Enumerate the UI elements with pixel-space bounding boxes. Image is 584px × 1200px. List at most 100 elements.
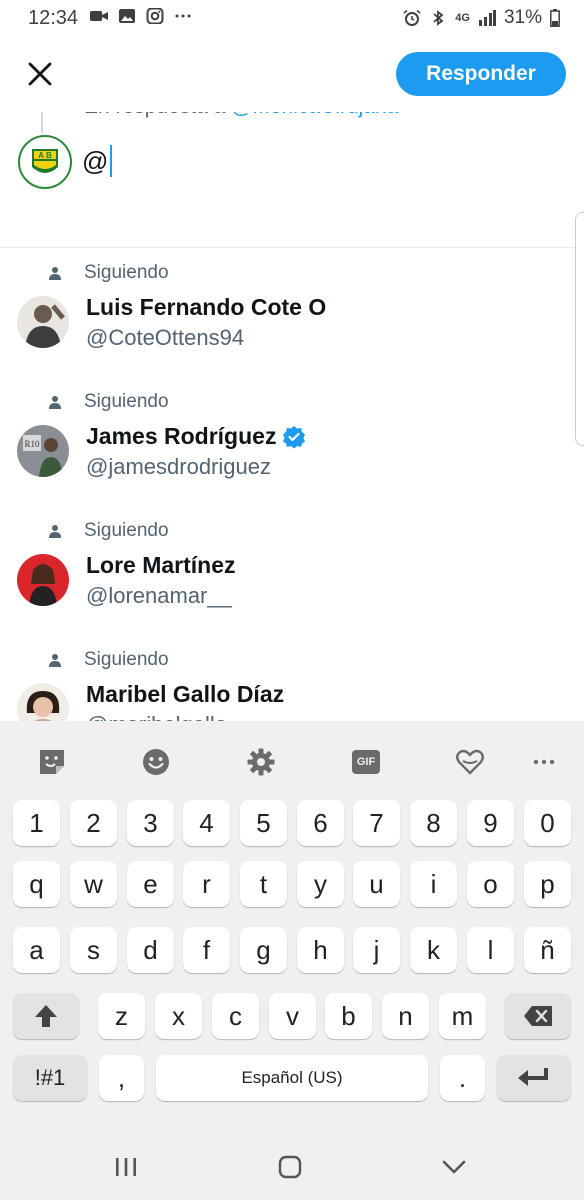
back-icon[interactable]: [436, 1152, 472, 1182]
user-name: Lore Martínez: [86, 552, 236, 579]
user-handle: @jamesdrodriguez: [86, 454, 271, 479]
key-g[interactable]: g: [240, 927, 287, 973]
compose-area: En respuesta a @MonicaCirujana A B @: [0, 95, 584, 248]
follow-status-label: Siguiendo: [84, 262, 169, 283]
heart-sticker-icon[interactable]: [453, 745, 487, 779]
close-icon[interactable]: [24, 58, 56, 90]
system-icons: 4G 31%: [403, 7, 560, 29]
user-name-text: Luis Fernando Cote O: [86, 294, 327, 320]
suggestion-item[interactable]: Siguiendo Luis Fernando Cote O @CoteOtte…: [0, 248, 584, 377]
gif-icon[interactable]: GIF: [349, 745, 383, 779]
user-name: Luis Fernando Cote O: [86, 294, 326, 321]
key-4[interactable]: 4: [183, 800, 230, 846]
key-2[interactable]: 2: [70, 800, 117, 846]
key-3[interactable]: 3: [127, 800, 174, 846]
mention-suggestions: Siguiendo Luis Fernando Cote O @CoteOtte…: [0, 248, 584, 721]
user-name-text: Lore Martínez: [86, 552, 236, 578]
follow-status: Siguiendo: [48, 520, 169, 542]
svg-text:R10: R10: [24, 439, 40, 449]
key-c[interactable]: c: [212, 993, 259, 1039]
emoji-icon[interactable]: [139, 745, 173, 779]
period-key[interactable]: .: [440, 1055, 485, 1101]
suggestion-item[interactable]: Siguiendo Maribel Gallo Díaz @maribelgal…: [0, 635, 584, 721]
comma-key[interactable]: ,: [99, 1055, 144, 1101]
avatar: [17, 554, 69, 606]
svg-text:A B: A B: [38, 151, 52, 160]
key-i[interactable]: i: [410, 861, 457, 907]
key-h[interactable]: h: [297, 927, 344, 973]
more-icon[interactable]: [527, 745, 561, 779]
symbols-key[interactable]: !#1: [13, 1055, 87, 1101]
suggestion-item[interactable]: Siguiendo Lore Martínez @lorenamar__: [0, 506, 584, 635]
key-w[interactable]: w: [70, 861, 117, 907]
bluetooth-icon: [433, 10, 444, 26]
status-time: 12:34: [28, 7, 79, 29]
key-a[interactable]: a: [13, 927, 60, 973]
key-k[interactable]: k: [410, 927, 457, 973]
key-o[interactable]: o: [467, 861, 514, 907]
key-6[interactable]: 6: [297, 800, 344, 846]
backspace-icon: [524, 1006, 552, 1026]
person-icon: [49, 525, 61, 538]
reply-button[interactable]: Responder: [396, 52, 566, 96]
key-x[interactable]: x: [155, 993, 202, 1039]
person-icon: [49, 654, 61, 667]
avatar: [17, 683, 69, 721]
system-nav-bar: [0, 1130, 584, 1200]
more-notifications-icon: [175, 14, 191, 18]
space-key[interactable]: Español (US): [156, 1055, 428, 1101]
key-r[interactable]: r: [183, 861, 230, 907]
recent-apps-icon[interactable]: [108, 1152, 144, 1182]
text-caret: [110, 145, 113, 177]
follow-status-label: Siguiendo: [84, 649, 169, 670]
key-1[interactable]: 1: [13, 800, 60, 846]
alarm-icon: [403, 10, 421, 26]
person-icon: [49, 396, 61, 409]
key-z[interactable]: z: [98, 993, 145, 1039]
key-b[interactable]: b: [325, 993, 372, 1039]
shift-icon: [35, 1005, 57, 1027]
key-9[interactable]: 9: [467, 800, 514, 846]
key-e[interactable]: e: [127, 861, 174, 907]
user-avatar: A B: [18, 135, 72, 189]
suggestion-item[interactable]: Siguiendo R10 James Rodríguez @jamesdrod…: [0, 377, 584, 506]
status-bar: 12:34 4G 31%: [0, 0, 584, 36]
battery-level: 31%: [503, 7, 542, 28]
key-v[interactable]: v: [269, 993, 316, 1039]
backspace-key[interactable]: [505, 993, 571, 1039]
soft-keyboard: GIF 1 2 3 4 5 6 7 8 9 0 q w e r t y u i …: [0, 721, 584, 1200]
key-f[interactable]: f: [183, 927, 230, 973]
key-j[interactable]: j: [353, 927, 400, 973]
follow-status: Siguiendo: [48, 649, 169, 671]
key-m[interactable]: m: [439, 993, 486, 1039]
key-p[interactable]: p: [524, 861, 571, 907]
sticker-icon[interactable]: [35, 745, 69, 779]
key-y[interactable]: y: [297, 861, 344, 907]
club-crest-icon: A B: [32, 149, 58, 173]
home-icon[interactable]: [272, 1152, 308, 1182]
settings-icon[interactable]: [244, 745, 278, 779]
key-q[interactable]: q: [13, 861, 60, 907]
key-d[interactable]: d: [127, 927, 174, 973]
user-name-text: Maribel Gallo Díaz: [86, 681, 285, 707]
follow-status: Siguiendo: [48, 262, 169, 284]
verified-badge-icon: [283, 425, 306, 448]
key-n[interactable]: n: [382, 993, 429, 1039]
key-t[interactable]: t: [240, 861, 287, 907]
follow-status-label: Siguiendo: [84, 391, 169, 412]
key-0[interactable]: 0: [524, 800, 571, 846]
enter-key[interactable]: [497, 1055, 571, 1101]
shift-key[interactable]: [13, 993, 79, 1039]
follow-status: Siguiendo: [48, 391, 169, 413]
key-5[interactable]: 5: [240, 800, 287, 846]
key-l[interactable]: l: [467, 927, 514, 973]
video-call-icon: [90, 11, 108, 21]
tweet-text-input[interactable]: @: [82, 145, 113, 177]
key-enie[interactable]: ñ: [524, 927, 571, 973]
key-s[interactable]: s: [70, 927, 117, 973]
user-name: Maribel Gallo Díaz: [86, 681, 284, 708]
instagram-icon: [146, 8, 164, 24]
key-8[interactable]: 8: [410, 800, 457, 846]
key-7[interactable]: 7: [353, 800, 400, 846]
key-u[interactable]: u: [353, 861, 400, 907]
